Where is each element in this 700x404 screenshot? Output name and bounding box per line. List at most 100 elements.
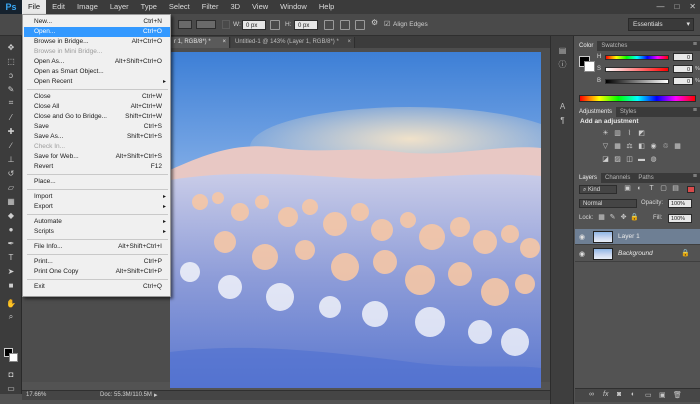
stroke-options-icon[interactable] <box>222 20 230 29</box>
layer-style-icon[interactable]: fx <box>603 391 608 398</box>
tab-adjustments[interactable]: Adjustments <box>575 107 617 117</box>
brightness-value[interactable]: 0 <box>673 77 693 85</box>
type-tool-icon[interactable]: T <box>5 252 17 262</box>
panel-menu-icon[interactable]: ≡ <box>693 41 697 48</box>
menu-3d[interactable]: 3D <box>224 0 246 14</box>
file-menu-item-exit[interactable]: Exit Ctrl+Q <box>24 282 170 292</box>
crop-tool-icon[interactable]: ⌗ <box>5 98 17 108</box>
tab-paths[interactable]: Paths <box>634 173 657 183</box>
link-icon[interactable] <box>270 20 280 30</box>
file-menu-item-print-one-copy[interactable]: Print One Copy Alt+Shift+Ctrl+P <box>24 267 170 277</box>
file-menu-item-browse-in-bridge[interactable]: Browse in Bridge... Alt+Ctrl+O <box>24 37 170 47</box>
file-menu-item-open-as-smart-object[interactable]: Open as Smart Object... <box>24 67 170 77</box>
delete-layer-icon[interactable]: 🗑 <box>673 391 682 399</box>
gradient-map-icon[interactable]: ▬ <box>637 156 646 164</box>
file-menu-item-save-for-web[interactable]: Save for Web... Alt+Shift+Ctrl+S <box>24 152 170 162</box>
brightness-contrast-icon[interactable]: ☀ <box>601 130 610 138</box>
selective-color-icon[interactable]: ◍ <box>649 156 658 164</box>
file-menu-item-import[interactable]: Import ▸ <box>24 192 170 202</box>
stroke-width-select[interactable] <box>196 20 216 29</box>
menu-help[interactable]: Help <box>313 0 340 14</box>
file-menu-item-file-info[interactable]: File Info... Alt+Shift+Ctrl+I <box>24 242 170 252</box>
file-menu-item-print[interactable]: Print... Ctrl+P <box>24 257 170 267</box>
clone-stamp-tool-icon[interactable]: ⊥ <box>5 154 17 164</box>
fill-input[interactable]: 100% <box>668 214 692 223</box>
status-menu-arrow-icon[interactable]: ▸ <box>154 391 158 399</box>
hue-value[interactable]: 0 <box>673 53 693 61</box>
path-alignment-icon[interactable] <box>340 20 350 30</box>
minimize-button[interactable]: — <box>656 2 664 11</box>
vibrance-icon[interactable]: ▽ <box>601 143 610 151</box>
quick-mask-icon[interactable]: ◘ <box>5 369 17 379</box>
layer-row-background[interactable]: ◉ Background 🔒 <box>575 246 700 262</box>
filter-shape-icon[interactable]: ▢ <box>659 185 668 193</box>
menu-edit[interactable]: Edit <box>46 0 71 14</box>
color-background-swatch[interactable] <box>584 61 595 72</box>
dodge-tool-icon[interactable]: ● <box>5 224 17 234</box>
saturation-slider[interactable] <box>605 67 669 72</box>
doc-tab-active[interactable]: r 1, RGB/8*) * × <box>170 37 230 48</box>
eraser-tool-icon[interactable]: ▱ <box>5 182 17 192</box>
file-menu-item-browse-in-mini-bridge[interactable]: Browse in Mini Bridge... <box>24 47 170 57</box>
fill-swatch[interactable] <box>178 20 192 29</box>
posterize-icon[interactable]: ▨ <box>613 156 622 164</box>
invert-icon[interactable]: ◪ <box>601 156 610 164</box>
file-menu-item-automate[interactable]: Automate ▸ <box>24 217 170 227</box>
file-menu-item-save-as[interactable]: Save As... Shift+Ctrl+S <box>24 132 170 142</box>
blur-tool-icon[interactable]: ◆ <box>5 210 17 220</box>
new-adjustment-layer-icon[interactable]: ◐ <box>631 391 635 398</box>
doc-tab-untitled[interactable]: Untitled-1 @ 143% (Layer 1, RGB/8*) * × <box>231 37 355 48</box>
channel-mixer-icon[interactable]: ♲ <box>661 143 670 151</box>
quick-select-tool-icon[interactable]: ✎ <box>5 84 17 94</box>
character-panel-icon[interactable]: A <box>557 102 568 111</box>
black-white-icon[interactable]: ◧ <box>637 143 646 151</box>
filter-toggle[interactable] <box>687 186 695 193</box>
filter-pixel-icon[interactable]: ▣ <box>623 185 632 193</box>
pen-tool-icon[interactable]: ✒ <box>5 238 17 248</box>
maximize-button[interactable]: □ <box>674 2 679 11</box>
panel-menu-icon[interactable]: ≡ <box>693 173 697 180</box>
tab-color[interactable]: Color <box>575 41 598 51</box>
new-group-icon[interactable]: ▭ <box>645 391 652 399</box>
marquee-tool-icon[interactable]: ⬚ <box>5 56 17 66</box>
path-arrangement-icon[interactable] <box>355 20 365 30</box>
tab-styles[interactable]: Styles <box>616 107 640 117</box>
file-menu-item-place[interactable]: Place... <box>24 177 170 187</box>
levels-icon[interactable]: ▥ <box>613 130 622 138</box>
file-menu-item-open-recent[interactable]: Open Recent ▸ <box>24 77 170 87</box>
lock-transparent-pixels-icon[interactable]: ▦ <box>597 214 606 222</box>
menu-file[interactable]: File <box>22 0 47 14</box>
threshold-icon[interactable]: ◫ <box>625 156 634 164</box>
lock-position-icon[interactable]: ✥ <box>619 214 628 222</box>
tab-swatches[interactable]: Swatches <box>597 41 631 51</box>
filter-type-icon[interactable]: T <box>647 185 656 193</box>
menu-select[interactable]: Select <box>163 0 196 14</box>
opacity-input[interactable]: 100% <box>668 199 692 208</box>
eye-icon[interactable]: ◉ <box>579 250 585 258</box>
link-layers-icon[interactable]: ∞ <box>589 391 594 398</box>
tab-layers[interactable]: Layers <box>575 173 602 183</box>
background-color-swatch[interactable] <box>9 353 18 362</box>
hue-slider[interactable] <box>605 55 669 60</box>
eye-icon[interactable]: ◉ <box>579 233 585 241</box>
color-spectrum-bar[interactable] <box>579 95 696 102</box>
doc-tab-close-icon[interactable]: × <box>347 37 351 48</box>
healing-brush-tool-icon[interactable]: ✚ <box>5 126 17 136</box>
rectangle-tool-icon[interactable]: ■ <box>5 280 17 290</box>
lock-all-icon[interactable]: 🔒 <box>630 214 639 222</box>
menu-image[interactable]: Image <box>71 0 104 14</box>
gradient-tool-icon[interactable]: ▦ <box>5 196 17 206</box>
layer-filter-kind-select[interactable]: ⌕ Kind <box>579 185 617 194</box>
blend-mode-select[interactable]: Normal <box>579 199 637 208</box>
height-input[interactable]: 0 px <box>294 20 318 30</box>
align-edges-checkbox[interactable]: ☑ <box>384 20 390 28</box>
file-menu-item-check-in[interactable]: Check In... <box>24 142 170 152</box>
eyedropper-tool-icon[interactable]: ⁄ <box>5 112 17 122</box>
lock-image-pixels-icon[interactable]: ✎ <box>608 214 617 222</box>
brightness-slider[interactable] <box>605 79 669 84</box>
curves-icon[interactable]: ⌇ <box>625 130 634 138</box>
color-lookup-icon[interactable]: ▦ <box>673 143 682 151</box>
menu-window[interactable]: Window <box>274 0 313 14</box>
screen-mode-icon[interactable]: ▭ <box>5 383 17 393</box>
zoom-tool-icon[interactable]: ⌕ <box>5 312 17 322</box>
